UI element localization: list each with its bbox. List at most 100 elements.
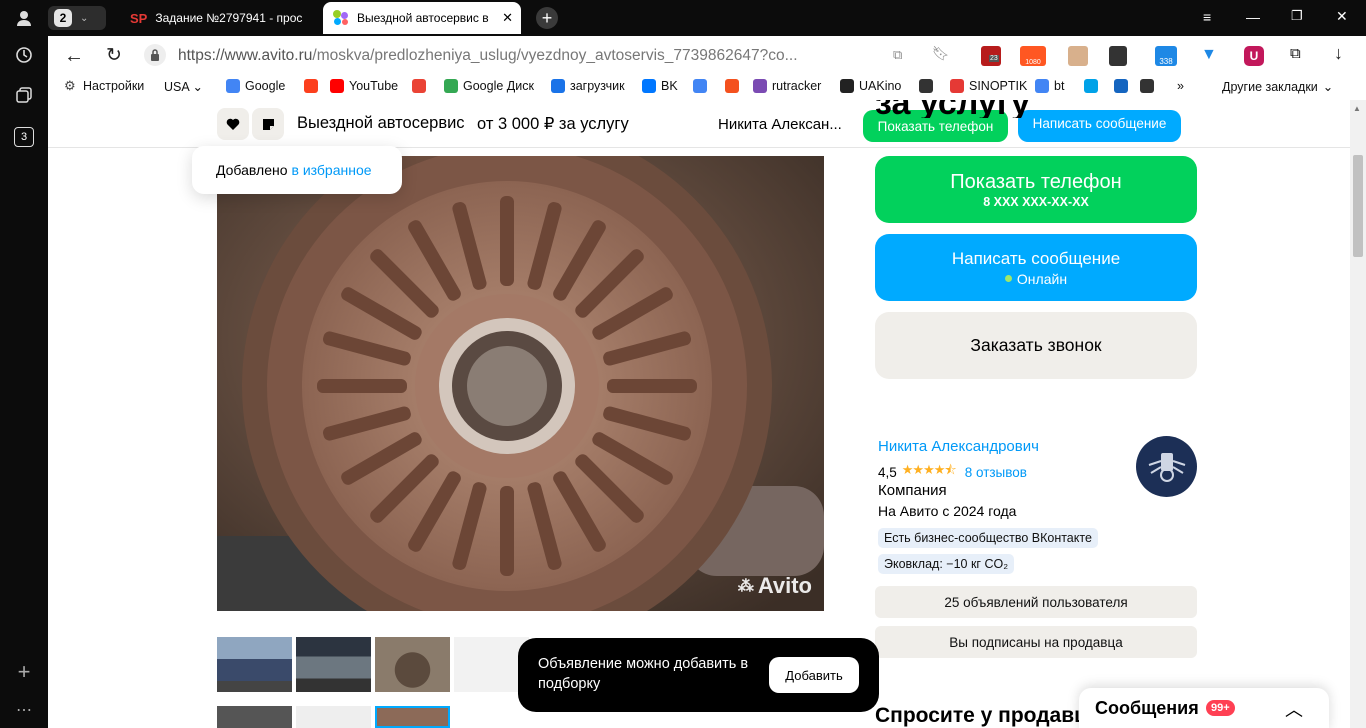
subscribed-button[interactable]: Вы подписаны на продавца (875, 626, 1197, 658)
menu-icon[interactable]: ≡ (1203, 9, 1211, 25)
tab-title: Задание №2797941 - прос (155, 11, 303, 25)
bookmark-icon[interactable]: 🔖︎ (932, 45, 950, 62)
thumbnail-truck[interactable] (217, 637, 292, 692)
p-icon (1084, 79, 1098, 93)
browser-sidebar: 3 + ⋯ (0, 0, 48, 728)
sticky-header: Выездной автосервис от 3 000 ₽ за услугу… (48, 100, 1350, 148)
clutch-photo-image (217, 156, 824, 611)
popup-text: Объявление можно добавить в подборку (538, 656, 749, 692)
seller-avatar[interactable] (1136, 436, 1197, 497)
extensions-puzzle-icon[interactable]: ⧉ (1290, 45, 1301, 62)
bookmark-item[interactable]: YouTube (330, 79, 398, 93)
copy-link-icon[interactable]: ⧉ (893, 47, 902, 63)
bookmark-item[interactable] (1140, 79, 1154, 93)
profile-icon[interactable] (12, 6, 36, 30)
bookmark-item[interactable]: SINOPTIK (950, 79, 1027, 93)
extension-icon[interactable]: ▼ (1201, 46, 1217, 64)
main-photo[interactable]: ⁂ Avito (217, 156, 824, 611)
toast-text: Добавлено (216, 162, 288, 178)
online-dot-icon (1004, 275, 1012, 282)
history-icon[interactable] (12, 43, 36, 67)
bookmark-item[interactable]: rutracker (753, 79, 821, 93)
more-icon[interactable]: ⋯ (12, 698, 36, 722)
ask-seller-heading: Спросите у продавца (875, 704, 1099, 727)
thumbnail-row2-1[interactable] (217, 706, 292, 728)
bookmark-item[interactable]: Google (226, 79, 285, 93)
bookmark-item[interactable]: загрузчик (551, 79, 625, 93)
other-bookmarks-button[interactable]: Другие закладки ⌄ (1222, 79, 1333, 95)
tabs-counter-icon[interactable]: 3 (12, 125, 36, 149)
tab-avito[interactable]: Выездной автосервис в ✕ (323, 2, 521, 34)
other-bookmarks-label: Другие закладки (1222, 79, 1318, 94)
thumbnail-garage[interactable] (296, 637, 371, 692)
bookmark-item[interactable]: BK (642, 79, 678, 93)
thumbnail-selected[interactable] (375, 706, 450, 728)
download-icon[interactable]: ↓ (1334, 43, 1343, 64)
seller-name[interactable]: Никита Александрович (878, 438, 1039, 455)
address-bar[interactable]: https://www.avito.ru/moskva/predlozheniy… (178, 47, 818, 65)
bookmark-item[interactable]: ⚙ Настройки (64, 79, 144, 94)
messages-widget[interactable]: Сообщения 99+ ︿ (1079, 688, 1329, 728)
new-tab-button[interactable]: + (536, 7, 558, 29)
minimize-icon[interactable]: — (1246, 9, 1260, 25)
lock-icon[interactable] (144, 44, 166, 66)
reviews-link[interactable]: 8 отзывов (965, 465, 1027, 480)
seller-listings-button[interactable]: 25 объявлений пользователя (875, 586, 1197, 618)
toast-link[interactable]: в избранное (292, 162, 372, 178)
extension-icon[interactable]: 338 (1155, 46, 1177, 66)
bookmarks-more-button[interactable]: » (1177, 79, 1184, 93)
reload-icon[interactable]: ↻ (106, 44, 122, 67)
bookmark-item[interactable] (412, 79, 426, 93)
tag-eco[interactable]: Эковклад: −10 кг CO₂ (878, 554, 1015, 574)
collections-icon[interactable] (12, 83, 36, 107)
bookmark-item[interactable]: USA ⌄ (164, 79, 203, 94)
tab-task[interactable]: SP Задание №2797941 - прос (120, 2, 320, 34)
add-panel-icon[interactable]: + (12, 659, 36, 684)
bookmark-item[interactable] (725, 79, 739, 93)
bookmark-label: BK (661, 79, 678, 93)
chevron-up-icon[interactable]: ︿ (1285, 696, 1303, 722)
show-phone-button[interactable]: Показать телефон 8 XXX XXX-XX-XX (875, 156, 1197, 223)
close-window-icon[interactable]: ✕ (1336, 8, 1348, 25)
bookmark-item[interactable] (919, 79, 933, 93)
thumbnail-row2-2[interactable] (296, 706, 371, 728)
popup-add-button[interactable]: Добавить (769, 657, 859, 693)
bookmark-item[interactable] (1114, 79, 1128, 93)
bookmark-item[interactable]: Google Диск (444, 79, 534, 93)
bookmark-item[interactable]: UAKino (840, 79, 901, 93)
extension-icon[interactable]: 23 (981, 46, 1001, 66)
sticky-message-button[interactable]: Написать сообщение (1018, 110, 1181, 142)
scroll-up-icon[interactable]: ▲ (1353, 104, 1361, 113)
note-button[interactable] (252, 108, 284, 140)
ublock-icon[interactable]: U (1244, 46, 1264, 66)
bookmark-item[interactable] (304, 79, 318, 93)
thermometer-icon (950, 79, 964, 93)
bookmark-label: SINOPTIK (969, 79, 1028, 93)
extension-icon[interactable] (1068, 46, 1088, 66)
bookmark-label: bt (1054, 79, 1065, 93)
bookmark-item[interactable] (693, 79, 707, 93)
close-tab-icon[interactable]: ✕ (502, 10, 513, 26)
write-message-button[interactable]: Написать сообщение Онлайн (875, 234, 1197, 301)
thumbnail-part[interactable] (375, 637, 450, 692)
sticky-seller[interactable]: Никита Алексан... (718, 116, 842, 133)
bookmark-label: Google (245, 79, 286, 93)
back-icon[interactable]: ← (64, 45, 84, 68)
yandex-icon (304, 79, 318, 93)
scrollbar-thumb[interactable] (1353, 155, 1363, 257)
bookmark-item[interactable]: bt (1035, 79, 1064, 93)
tab-favicon: SP (130, 10, 148, 26)
bookmark-item[interactable] (1084, 79, 1098, 93)
extension-icon[interactable]: 1080 (1020, 46, 1046, 66)
google-icon (226, 79, 240, 93)
extension-icon[interactable] (1109, 46, 1127, 66)
bookmarks-bar: ⚙ Настройки USA ⌄ Google YouTube Google Диск з… (48, 76, 1366, 100)
request-call-button[interactable]: Заказать звонок (875, 312, 1197, 379)
restore-icon[interactable]: ❐ (1291, 8, 1303, 24)
tabs-counter: 3 (14, 127, 34, 147)
scrollbar[interactable]: ▲ (1350, 100, 1366, 728)
avito-watermark: ⁂ Avito (737, 573, 812, 598)
tab-group-switcher[interactable]: 2 ⌄ (48, 6, 106, 30)
tag-vk[interactable]: Есть бизнес-сообщество ВКонтакте (878, 528, 1098, 548)
favorite-button[interactable] (217, 108, 249, 140)
